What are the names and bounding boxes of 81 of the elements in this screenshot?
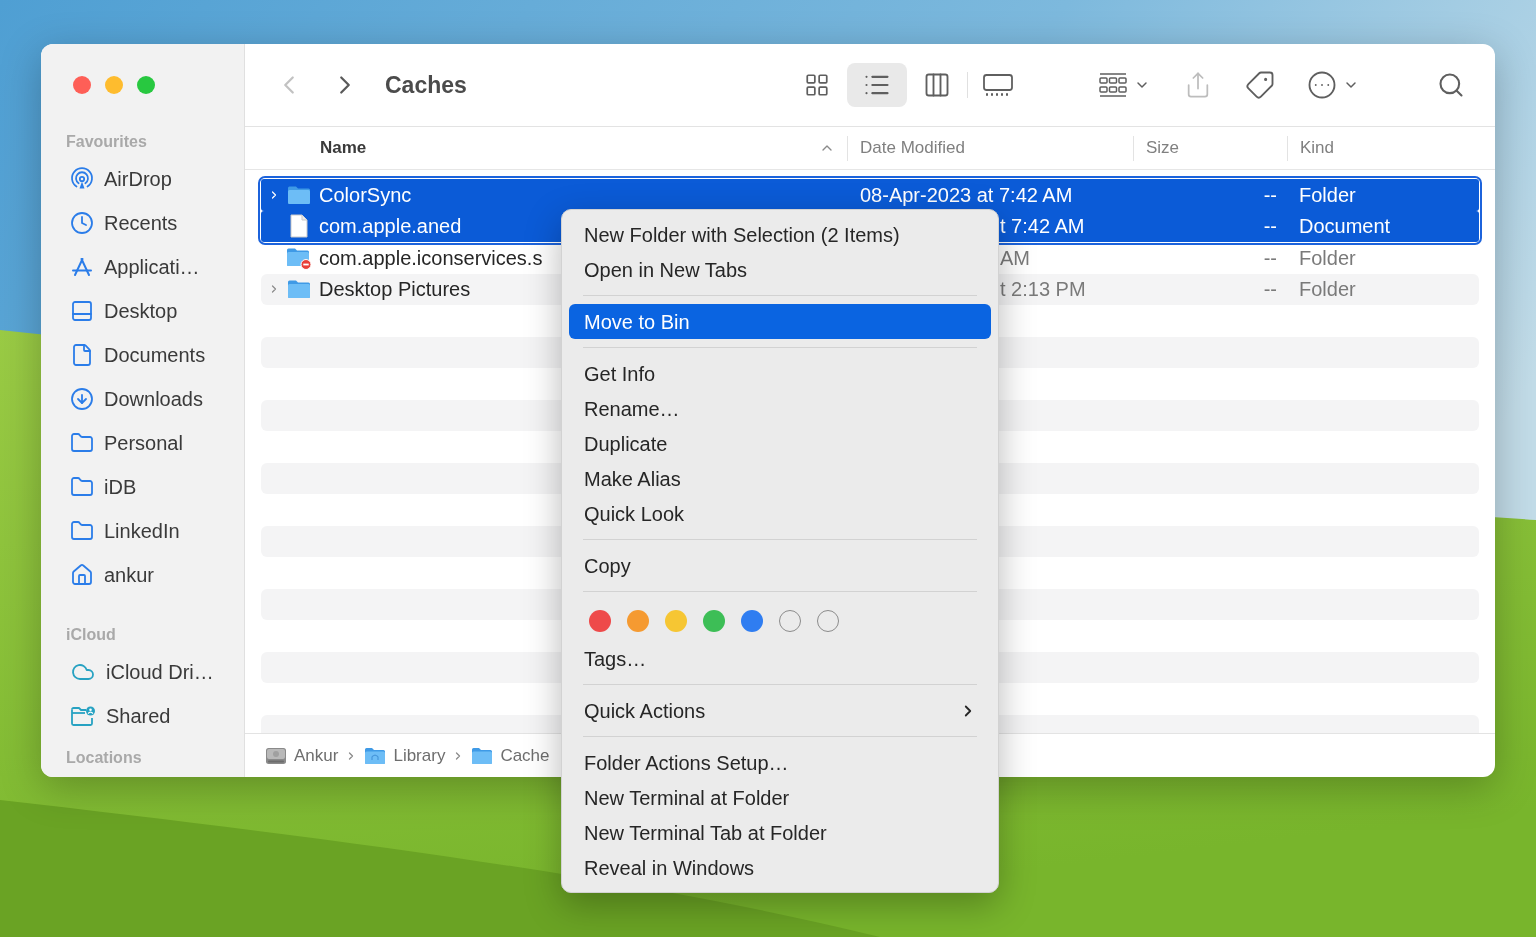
file-size: -- xyxy=(1263,214,1277,240)
sidebar-item[interactable]: iCloud Dri… xyxy=(51,650,234,694)
sidebar-item[interactable]: Recents xyxy=(51,201,234,245)
column-header[interactable]: Date Modified xyxy=(848,127,1133,169)
date-modified: t 7:42 AM xyxy=(1000,214,1085,240)
menu-item[interactable]: Duplicate xyxy=(569,426,991,461)
file-name: Desktop Pictures xyxy=(319,277,471,303)
menu-item[interactable]: New Terminal Tab at Folder xyxy=(569,815,991,850)
path-item[interactable]: Library xyxy=(364,742,446,769)
sidebar-section-title: iCloud xyxy=(66,625,116,645)
airdrop-icon xyxy=(70,167,94,191)
menu-item[interactable]: Move to Bin xyxy=(569,304,991,339)
folder-icon xyxy=(287,184,311,205)
sidebar-item[interactable]: LinkedIn xyxy=(51,509,234,553)
gallery-icon xyxy=(982,73,1014,97)
menu-item[interactable]: Folder Actions Setup… xyxy=(569,745,991,780)
column-header[interactable]: Name xyxy=(261,127,847,169)
house-icon xyxy=(70,563,94,587)
sidebar-item[interactable]: Shared xyxy=(51,694,234,738)
file-kind: Folder xyxy=(1299,277,1356,303)
more-icon xyxy=(1307,70,1337,100)
menu-item[interactable]: Tags… xyxy=(569,641,991,676)
column-header[interactable]: Kind xyxy=(1288,127,1479,169)
sidebar-item[interactable]: Personal xyxy=(51,421,234,465)
date-modified: t 2:13 PM xyxy=(1000,277,1086,303)
file-size: -- xyxy=(1263,277,1277,303)
sidebar-item[interactable]: AirDrop xyxy=(51,157,234,201)
sidebar-item[interactable]: Applicati… xyxy=(51,245,234,289)
file-size: -- xyxy=(1263,182,1277,208)
file-kind: Folder xyxy=(1299,245,1356,271)
sidebar-item[interactable]: Documents xyxy=(51,333,234,377)
file-name: com.apple.iconservices.s xyxy=(319,245,543,271)
sidebar-section-title: Favourites xyxy=(66,132,147,152)
hard-drive-icon xyxy=(265,745,287,766)
file-size: -- xyxy=(1263,245,1277,271)
folder-icon xyxy=(364,746,387,765)
sidebar-item[interactable]: Desktop xyxy=(51,289,234,333)
path-item[interactable]: Cache xyxy=(471,742,550,769)
drafting-compass-icon xyxy=(70,255,94,279)
grouped-grid-icon xyxy=(1098,72,1128,98)
file-kind: Folder xyxy=(1299,182,1356,208)
menu-item[interactable]: Quick Look xyxy=(569,496,991,531)
file-row[interactable]: ColorSync 08-Apr-2023 at 7:42 AM -- Folder xyxy=(261,179,1479,211)
folder-icon xyxy=(471,746,494,765)
menu-item[interactable]: Copy xyxy=(569,548,991,583)
folder-icon xyxy=(287,279,311,300)
close-button[interactable] xyxy=(73,76,91,94)
search-icon xyxy=(1437,71,1465,99)
menu-item[interactable]: Reveal in Windows xyxy=(569,850,991,885)
menu-item[interactable]: Quick Actions xyxy=(569,693,991,728)
date-modified: 08-Apr-2023 at 7:42 AM xyxy=(860,182,1073,208)
folder-icon xyxy=(70,475,94,499)
sidebar-item[interactable]: Downloads xyxy=(51,377,234,421)
menu-item[interactable]: Make Alias xyxy=(569,461,991,496)
menu-item[interactable]: Open in New Tabs xyxy=(569,252,991,287)
folder-icon xyxy=(70,519,94,543)
menu-item[interactable]: Get Info xyxy=(569,356,991,391)
path-item[interactable]: Ankur xyxy=(265,742,339,769)
file-name: com.apple.aned xyxy=(319,214,462,240)
menu-item[interactable]: New Folder with Selection (2 Items) xyxy=(569,217,991,252)
file-kind: Document xyxy=(1299,214,1391,240)
column-header[interactable]: Size xyxy=(1134,127,1287,169)
window-title: Caches xyxy=(385,70,467,100)
document-icon xyxy=(290,214,308,239)
sidebar-section-title: Locations xyxy=(66,748,142,768)
folder-icon xyxy=(70,431,94,455)
document-icon xyxy=(70,343,94,367)
menu-item[interactable]: New Terminal at Folder xyxy=(569,780,991,815)
clock-icon xyxy=(70,211,94,235)
grid-icon xyxy=(804,72,830,98)
file-name: ColorSync xyxy=(319,182,412,208)
date-modified: AM xyxy=(1000,245,1030,271)
screen-icon xyxy=(70,299,94,323)
view-mode-button[interactable] xyxy=(847,63,907,107)
menu-item[interactable]: Rename… xyxy=(569,391,991,426)
tag-icon xyxy=(1245,70,1275,100)
shared-folder-icon xyxy=(70,704,96,728)
sidebar-item[interactable]: iDB xyxy=(51,465,234,509)
sidebar-item[interactable]: ankur xyxy=(51,553,234,597)
zoom-button[interactable] xyxy=(137,76,155,94)
download-icon xyxy=(70,387,94,411)
